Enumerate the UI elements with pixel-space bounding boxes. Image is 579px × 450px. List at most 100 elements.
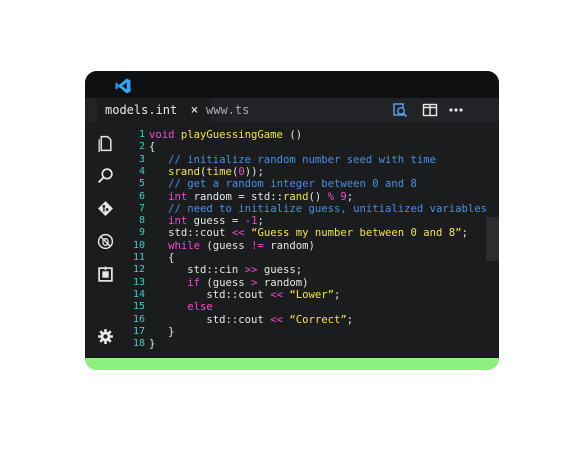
git-icon[interactable] (97, 200, 114, 217)
code-token: )); (244, 165, 264, 178)
code-token: time (206, 165, 232, 178)
line-number: 16 (132, 313, 145, 325)
line-number: 1 (138, 129, 145, 140)
tab-label: www.ts (206, 103, 250, 117)
extensions-icon[interactable] (97, 266, 114, 283)
code-token: while (168, 239, 207, 252)
code-text: else (149, 301, 213, 313)
line-number: 12 (132, 264, 145, 276)
code-token: std::cout (149, 313, 271, 326)
line-number: 5 (138, 178, 145, 190)
scrollbar[interactable] (486, 217, 499, 261)
code-text: } (149, 325, 175, 338)
search-file-icon[interactable] (392, 102, 408, 118)
code-token: guess; (257, 264, 303, 277)
code-text: std::cin >> guess; (149, 264, 302, 276)
code-token: random = std:: (193, 190, 283, 203)
split-editor-icon[interactable] (422, 102, 438, 118)
code-token: () (289, 129, 303, 141)
files-icon[interactable] (97, 135, 114, 152)
code-token: -1 (244, 215, 258, 228)
code-text: // get a random integer between 0 and 8 (149, 178, 417, 190)
code-token: playGuessingGame (180, 129, 290, 141)
line-number: 3 (138, 153, 145, 165)
code-token: “Guess my number between 0 and 8” (251, 227, 462, 240)
code-token: ; (346, 190, 354, 203)
line-number: 7 (138, 202, 145, 214)
line-number: 10 (132, 239, 145, 251)
code-token: random) (257, 276, 309, 289)
code-text: std::cout << “Lower”; (149, 289, 340, 301)
code-token: “Correct” (289, 313, 347, 326)
more-icon[interactable] (448, 102, 464, 118)
code-token: ; (257, 215, 264, 228)
code-token: int (168, 215, 194, 228)
code-text: while (guess != random) (149, 240, 315, 252)
code-token: if (187, 276, 207, 289)
code-token: << (270, 313, 283, 326)
code-token: << (270, 288, 283, 301)
line-number: 13 (132, 276, 145, 288)
code-text: { (149, 252, 175, 264)
no-bug-icon[interactable] (97, 233, 114, 250)
line-number: 6 (138, 190, 145, 202)
code-token: (guess (206, 239, 252, 252)
code-token: >> (244, 264, 258, 277)
editor-window: models.int × www.ts 1 void playGuessingG… (85, 71, 499, 370)
code-text: // need to initialize guess, unitialized… (149, 203, 487, 215)
line-number: 11 (132, 252, 145, 263)
tab-www-ts[interactable]: www.ts (198, 98, 257, 122)
code-token: guess = (193, 215, 245, 228)
code-token: // need to initialize guess, unitialized… (168, 202, 488, 215)
line-number: 2 (138, 141, 145, 153)
code-token: } (149, 325, 175, 338)
code-token: “Lower” (289, 288, 334, 301)
code-token: () (308, 190, 328, 203)
code-text: int random = std::rand() % 9; (149, 191, 353, 203)
gear-icon[interactable] (97, 328, 114, 345)
code-token: std::cout (149, 288, 271, 301)
code-token: // initialize random number seed with ti… (168, 153, 437, 166)
code-text: } (149, 338, 155, 350)
vscode-icon (115, 78, 131, 94)
code-token: srand (168, 165, 201, 178)
status-bar (85, 358, 499, 370)
line-number: 4 (138, 165, 145, 177)
code-token: ; (334, 288, 341, 301)
line-number: 17 (132, 325, 145, 337)
code-token: { (149, 141, 156, 154)
title-bar (85, 71, 499, 98)
line-number: 14 (132, 288, 145, 300)
code-text: void playGuessingGame () (149, 129, 302, 141)
tab-models-int[interactable]: models.int × (97, 98, 211, 122)
code-token: // get a random integer between 0 and 8 (168, 178, 417, 191)
tab-label: models.int (105, 103, 178, 117)
line-number: 18 (132, 338, 145, 350)
code-token: << (231, 227, 245, 240)
code-text: srand(time(0)); (149, 166, 264, 178)
code-token: } (149, 338, 156, 351)
code-token: != (251, 239, 264, 252)
code-text: std::cout << “Correct”; (149, 314, 353, 326)
code-token: ; (461, 227, 468, 240)
code-text: if (guess > random) (149, 276, 309, 289)
code-text: int guess = -1; (149, 215, 264, 227)
code-token: random) (263, 239, 315, 252)
code-text: std::cout << “Guess my number between 0 … (149, 227, 468, 239)
code-editor[interactable]: 1 void playGuessingGame () 2 {3 // initiali… (125, 129, 487, 357)
code-token: std::cout (149, 227, 232, 240)
code-token: { (149, 252, 175, 264)
code-token: rand (282, 190, 309, 203)
search-icon[interactable] (97, 167, 114, 184)
code-token: void (149, 129, 181, 141)
line-number: 8 (138, 215, 145, 227)
code-token: ; (346, 313, 354, 326)
line-number: 15 (132, 301, 145, 313)
